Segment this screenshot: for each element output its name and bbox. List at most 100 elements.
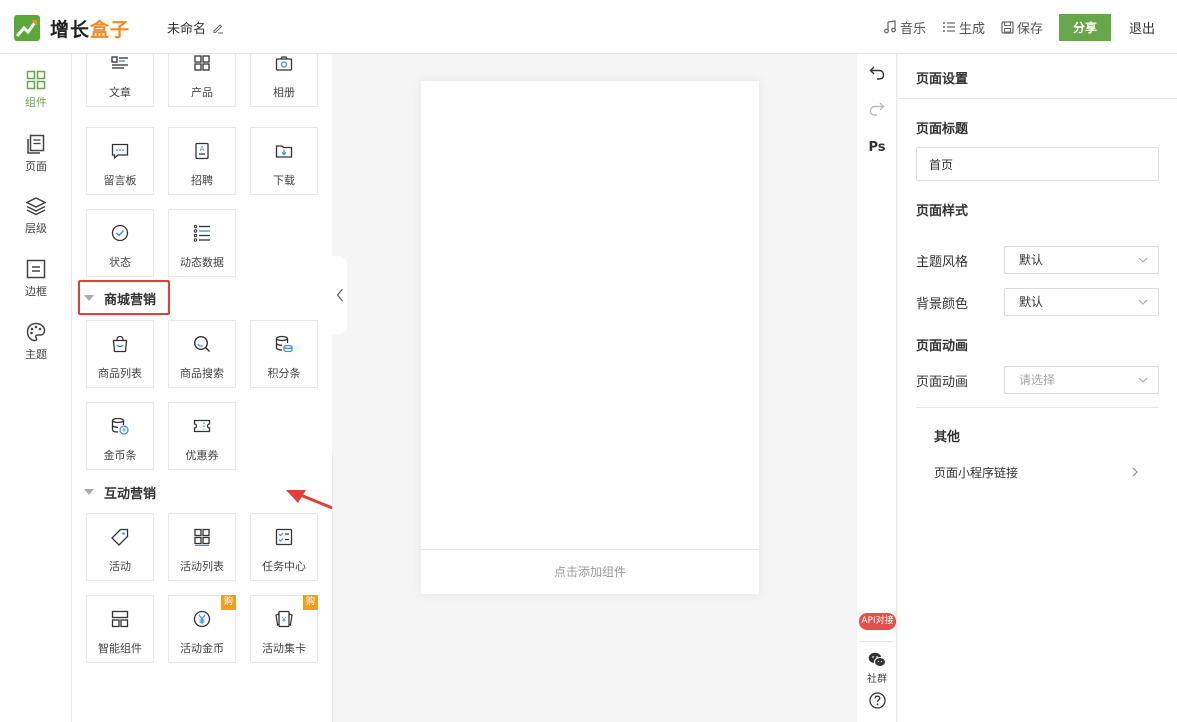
page-title-input[interactable] xyxy=(916,147,1159,181)
exit-link[interactable]: 退出 xyxy=(1129,18,1155,37)
nav-label: 主题 xyxy=(25,348,47,361)
nav-label: 边框 xyxy=(25,285,47,298)
generate-button[interactable]: 生成 xyxy=(942,18,985,37)
download-icon xyxy=(275,145,293,158)
component-status[interactable]: 状态 xyxy=(86,209,154,277)
nav-item-layers[interactable]: 层级 xyxy=(0,196,72,246)
grid-list-icon xyxy=(194,528,210,546)
top-header: 增长盒子 未命名 音乐 生成 保存 分享 退出 xyxy=(0,0,1177,54)
community-label: 社群 xyxy=(867,674,887,685)
page-settings-panel: 页面设置 页面标题 页面样式 主题风格 默认 背景颜色 默认 页面动画 页面动画… xyxy=(898,54,1177,722)
page-animation-label: 页面动画 xyxy=(916,375,969,390)
component-dynamic-data[interactable]: 动态数据 xyxy=(168,209,236,277)
save-button[interactable]: 保存 xyxy=(1001,18,1043,37)
tool-strip: Ps API对接 社群 xyxy=(857,54,897,722)
component-points-bar[interactable]: 积分条 xyxy=(250,320,318,388)
add-component-button[interactable]: 点击添加组件 xyxy=(421,549,759,594)
camera-icon xyxy=(275,56,293,71)
theme-style-value: 默认 xyxy=(1019,253,1044,267)
music-button[interactable]: 音乐 xyxy=(883,18,926,37)
component-activity-coin[interactable]: 活动金币 购 xyxy=(168,595,236,663)
panel-divider xyxy=(332,455,333,722)
nav-item-border[interactable]: 边框 xyxy=(0,259,72,309)
svg-text:¥: ¥ xyxy=(282,617,286,624)
component-smart[interactable]: 智能组件 xyxy=(86,595,154,663)
section-interactive-marketing[interactable]: 互动营销 xyxy=(84,482,156,502)
layout-icon xyxy=(111,610,129,628)
coin-stack-icon: ¥ xyxy=(111,417,129,435)
section-title: 互动营销 xyxy=(104,486,157,502)
theme-style-select[interactable]: 默认 xyxy=(1004,246,1159,274)
component-recruit[interactable]: A 招聘 xyxy=(168,127,236,195)
settings-divider xyxy=(916,407,1159,408)
nav-item-components[interactable]: 组件 xyxy=(0,70,72,120)
share-button[interactable]: 分享 xyxy=(1058,13,1111,41)
component-article[interactable]: 文章 xyxy=(86,54,154,107)
redo-button[interactable] xyxy=(857,102,897,116)
other-heading: 其他 xyxy=(934,430,961,445)
nav-item-theme[interactable]: 主题 xyxy=(0,322,72,372)
help-button[interactable] xyxy=(857,692,897,709)
left-nav: 组件 页面 层级 边框 主题 xyxy=(0,54,72,722)
page-style-heading: 页面样式 xyxy=(916,204,969,219)
component-coupon[interactable]: 优惠券 xyxy=(168,402,236,470)
component-product[interactable]: 产品 xyxy=(168,54,236,107)
component-message-board[interactable]: 留言板 xyxy=(86,127,154,195)
collapse-triangle-icon xyxy=(84,489,94,495)
collapse-panel-button[interactable] xyxy=(332,256,347,334)
help-icon xyxy=(868,692,886,709)
api-integration-button[interactable]: API对接 xyxy=(859,613,896,630)
component-download[interactable]: 下载 xyxy=(250,127,318,195)
settings-divider xyxy=(898,98,1177,99)
mini-program-link-label: 页面小程序链接 xyxy=(934,465,1019,480)
component-activity-list[interactable]: 活动列表 xyxy=(168,513,236,581)
component-album[interactable]: 相册 xyxy=(250,54,318,107)
document-name[interactable]: 未命名 xyxy=(167,18,224,37)
layers-icon xyxy=(26,197,46,216)
component-label: 活动列表 xyxy=(180,560,224,573)
undo-button[interactable] xyxy=(857,66,897,80)
grid-icon xyxy=(26,70,46,90)
logo-text: 增长盒子 xyxy=(50,15,130,42)
app-logo[interactable]: 增长盒子 xyxy=(14,15,130,41)
background-color-select[interactable]: 默认 xyxy=(1004,288,1159,316)
section-mall-marketing[interactable]: 商城营销 xyxy=(84,288,156,308)
component-product-search[interactable]: 商品搜索 xyxy=(168,320,236,388)
page-animation-select[interactable]: 请选择 xyxy=(1004,366,1159,394)
phone-canvas[interactable]: 点击添加组件 xyxy=(421,81,759,594)
page-animation-placeholder: 请选择 xyxy=(1019,373,1056,387)
component-activity-cards[interactable]: ¥ 活动集卡 购 xyxy=(250,595,318,663)
component-label: 积分条 xyxy=(267,367,301,380)
component-label: 留言板 xyxy=(103,174,137,187)
component-label: 活动 xyxy=(109,560,131,573)
ps-import-button[interactable]: Ps xyxy=(857,140,897,155)
shopping-bag-icon xyxy=(112,335,128,353)
chevron-down-icon xyxy=(1138,257,1148,263)
section-title: 商城营销 xyxy=(104,292,157,308)
redo-icon xyxy=(869,102,885,116)
edit-icon[interactable] xyxy=(212,22,224,34)
community-button[interactable]: 社群 xyxy=(857,652,897,685)
chevron-right-icon xyxy=(1132,467,1138,477)
theme-style-label: 主题风格 xyxy=(916,255,969,270)
component-label: 商品搜索 xyxy=(180,367,224,380)
message-icon xyxy=(111,143,129,160)
component-label: 优惠券 xyxy=(185,449,219,462)
component-label: 任务中心 xyxy=(262,560,306,573)
chevron-down-icon xyxy=(1138,299,1148,305)
mini-program-link-row[interactable]: 页面小程序链接 xyxy=(934,462,1138,482)
music-icon xyxy=(884,20,896,34)
save-icon xyxy=(1001,20,1014,34)
component-coin-bar[interactable]: ¥ 金币条 xyxy=(86,402,154,470)
wechat-icon xyxy=(868,652,886,667)
component-product-list[interactable]: 商品列表 xyxy=(86,320,154,388)
purchase-badge: 购 xyxy=(303,595,318,610)
component-label: 金币条 xyxy=(103,449,137,462)
background-color-value: 默认 xyxy=(1019,295,1044,309)
component-activity[interactable]: 活动 xyxy=(86,513,154,581)
component-panel: 文章 产品 相册 留言板 A 招聘 下载 状态 动态数据 商城营销 商品列表 商… xyxy=(72,54,332,722)
component-task-center[interactable]: 任务中心 xyxy=(250,513,318,581)
save-label: 保存 xyxy=(1016,21,1043,37)
component-label: 智能组件 xyxy=(98,642,142,655)
nav-item-pages[interactable]: 页面 xyxy=(0,134,72,184)
